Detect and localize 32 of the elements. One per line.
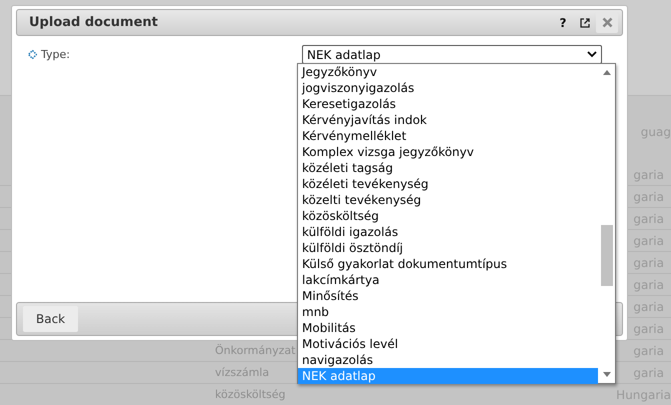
back-button[interactable]: Back — [23, 306, 78, 332]
close-icon — [602, 17, 612, 28]
dropdown-option[interactable]: Keresetigazolás — [298, 96, 598, 112]
external-link-icon — [580, 18, 590, 28]
dropdown-option[interactable]: közelti tevékenység — [298, 192, 598, 208]
dropdown-option[interactable]: Kérvénymelléklet — [298, 128, 598, 144]
scroll-down-icon — [602, 372, 610, 377]
scroll-thumb[interactable] — [601, 225, 613, 286]
dropdown-option[interactable]: külföldi ösztöndíj — [298, 240, 598, 256]
dropdown-option[interactable]: közéleti tagság — [298, 160, 598, 176]
help-button[interactable]: ? — [552, 16, 574, 30]
scroll-up-icon — [602, 70, 610, 75]
dropdown-option[interactable]: közéleti tevékenység — [298, 176, 598, 192]
chevron-icon — [587, 51, 597, 58]
dropdown-option[interactable]: mnb — [298, 304, 598, 320]
field-label: Type: — [41, 48, 70, 60]
dropdown-option[interactable]: jogviszonyigazolás — [298, 80, 598, 96]
dropdown-option[interactable]: navigazolás — [298, 352, 598, 368]
dropdown-option[interactable]: Külső gyakorlat dokumentumtípus — [298, 256, 598, 272]
dropdown-option[interactable]: külföldi igazolás — [298, 224, 598, 240]
dropdown-option[interactable]: lakcímkártya — [298, 272, 598, 288]
dropdown-option[interactable]: Jegyzőkönyv — [298, 64, 598, 80]
scrollbar[interactable] — [598, 64, 615, 383]
dropdown-option[interactable]: Mobilitás — [298, 320, 598, 336]
type-select[interactable]: NEK adatlap — [302, 45, 602, 64]
diamond-icon — [28, 50, 37, 58]
dropdown-option[interactable]: Motivációs levél — [298, 336, 598, 352]
dropdown-option[interactable]: Komplex vizsga jegyzőkönyv — [298, 144, 598, 160]
dialog-title: Upload document — [29, 15, 159, 30]
dropdown-option[interactable]: Kérvényjavítás indok — [298, 112, 598, 128]
dropdown-option[interactable]: közösköltség — [298, 208, 598, 224]
dropdown-option[interactable]: Minősítés — [298, 288, 598, 304]
